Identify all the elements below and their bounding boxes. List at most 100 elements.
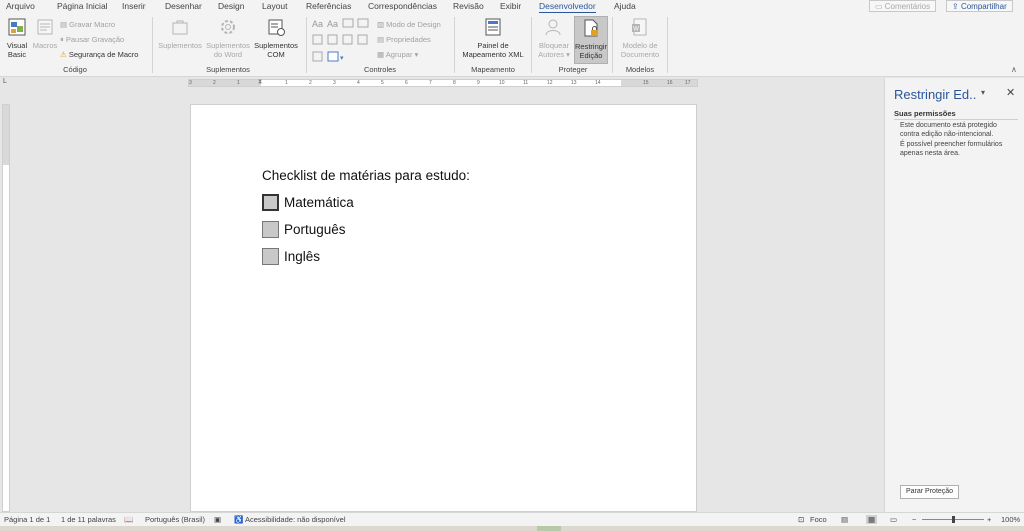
restrict-editing-button[interactable]: Restringir Edição bbox=[574, 16, 608, 64]
design-mode-button[interactable]: ▧ Modo de Design bbox=[377, 20, 441, 30]
ruler-number: 7 bbox=[429, 80, 432, 86]
protected-notice: Este documento está protegido contra edi… bbox=[900, 122, 997, 138]
pane-options-icon[interactable]: ▾ bbox=[981, 88, 985, 97]
tab-referencias[interactable]: Referências bbox=[306, 0, 351, 13]
macros-icon bbox=[37, 19, 53, 35]
tab-ajuda[interactable]: Ajuda bbox=[614, 0, 636, 13]
focus-icon[interactable]: ⊡ bbox=[798, 515, 804, 524]
comments-button[interactable]: ▭ Comentários bbox=[869, 0, 937, 12]
design-mode-icon: ▧ bbox=[377, 20, 387, 29]
zoom-level[interactable]: 100% bbox=[1001, 515, 1020, 524]
chevron-down-icon: ▾ bbox=[412, 50, 419, 59]
stop-protection-button[interactable]: Parar Proteção bbox=[900, 485, 960, 499]
word-addins-button[interactable]: Suplementos do Word bbox=[204, 17, 252, 59]
group-separator bbox=[667, 17, 668, 73]
tab-arquivo[interactable]: Arquivo bbox=[6, 0, 35, 13]
ruler-number: 11 bbox=[523, 80, 529, 86]
ruler-number: 9 bbox=[477, 80, 480, 86]
com-addins-label-1: Suplementos bbox=[254, 41, 298, 50]
svg-text:Aa: Aa bbox=[312, 19, 323, 29]
com-addins-label-2: COM bbox=[267, 50, 285, 59]
web-layout-icon[interactable]: ▭ bbox=[890, 515, 897, 524]
proofing-icon[interactable]: 📖 bbox=[124, 515, 133, 524]
group-label-suplementos: Suplementos bbox=[206, 65, 250, 74]
word-count[interactable]: 1 de 11 palavras bbox=[61, 515, 116, 524]
group-separator bbox=[531, 17, 532, 73]
record-macro-button[interactable]: ▤ Gravar Macro bbox=[60, 20, 115, 30]
visual-basic-label-2: Basic bbox=[7, 50, 27, 59]
record-macro-icon: ▤ bbox=[60, 20, 70, 29]
block-authors-label-2: Autores ▾ bbox=[538, 50, 570, 59]
restrict-editing-label-2: Edição bbox=[579, 51, 603, 60]
group-button[interactable]: ▦ Agrupar ▾ bbox=[377, 50, 418, 60]
ribbon-tab-bar: Arquivo Página Inicial Inserir Desenhar … bbox=[0, 0, 1024, 14]
zoom-out-icon[interactable]: − bbox=[912, 515, 916, 524]
properties-button[interactable]: ▤ Propriedades bbox=[377, 35, 431, 45]
page-count[interactable]: Página 1 de 1 bbox=[4, 515, 50, 524]
tab-layout[interactable]: Layout bbox=[262, 0, 288, 13]
xml-mapping-label-2: Mapeamento XML bbox=[462, 50, 524, 59]
ribbon: Visual Basic Macros ▤ Gravar Macro ⏸ Pau… bbox=[0, 13, 1024, 77]
document-heading: Checklist de matérias para estudo: bbox=[262, 168, 470, 183]
checkbox-ingles[interactable] bbox=[262, 247, 279, 265]
ruler-number: 10 bbox=[499, 80, 505, 86]
ruler-number: 8 bbox=[453, 80, 456, 86]
group-separator bbox=[152, 17, 153, 73]
tab-correspondencias[interactable]: Correspondências bbox=[368, 0, 437, 13]
block-authors-button[interactable]: Bloquear Autores ▾ bbox=[535, 17, 573, 59]
zoom-slider-thumb[interactable] bbox=[952, 516, 955, 523]
ruler-number: 14 bbox=[595, 80, 601, 86]
taskbar-item bbox=[537, 526, 561, 531]
pause-recording-label: Pausar Gravação bbox=[65, 35, 125, 44]
horizontal-ruler[interactable]: 3 2 1 1 2 3 4 5 6 7 8 9 10 11 12 13 14 1… bbox=[188, 79, 698, 87]
tab-desenhar[interactable]: Desenhar bbox=[165, 0, 202, 13]
ruler-number: 1 bbox=[285, 80, 288, 86]
checkbox-portugues[interactable] bbox=[262, 220, 279, 238]
document-template-button[interactable]: W Modelo de Documento bbox=[617, 17, 663, 59]
zoom-in-icon[interactable]: + bbox=[987, 515, 991, 524]
print-layout-icon[interactable]: ▦ bbox=[866, 515, 878, 524]
share-label: Compartilhar bbox=[960, 2, 1007, 11]
tab-design[interactable]: Design bbox=[218, 0, 244, 13]
properties-icon: ▤ bbox=[377, 35, 387, 44]
ruler-number: 3 bbox=[189, 80, 192, 86]
close-icon[interactable]: ✕ bbox=[1006, 86, 1015, 99]
com-addins-button[interactable]: Suplementos COM bbox=[252, 17, 300, 59]
ruler-number: 5 bbox=[381, 80, 384, 86]
ruler-number: 3 bbox=[333, 80, 336, 86]
ruler-number: 2 bbox=[309, 80, 312, 86]
tab-exibir[interactable]: Exibir bbox=[500, 0, 521, 13]
macro-security-button[interactable]: ⚠ Segurança de Macro bbox=[60, 50, 138, 60]
ruler-bar: L 3 2 1 1 2 3 4 5 6 7 8 9 10 11 12 13 14… bbox=[0, 78, 1024, 88]
document-page[interactable]: Checklist de matérias para estudo: Matem… bbox=[190, 104, 697, 512]
read-mode-icon[interactable]: ▤ bbox=[841, 515, 848, 524]
addins-button[interactable]: Suplementos bbox=[157, 17, 203, 50]
collapse-ribbon-icon[interactable]: ∧ bbox=[1011, 65, 1017, 74]
pause-recording-button[interactable]: ⏸ Pausar Gravação bbox=[60, 35, 124, 45]
tab-revisao[interactable]: Revisão bbox=[453, 0, 484, 13]
word-addins-label-1: Suplementos bbox=[206, 41, 250, 50]
tab-desenvolvedor[interactable]: Desenvolvedor bbox=[539, 0, 596, 14]
focus-label[interactable]: Foco bbox=[810, 515, 827, 524]
accessibility-icon[interactable]: ♿ bbox=[234, 515, 243, 524]
checkbox-matematica[interactable] bbox=[262, 193, 279, 211]
checklist-item: Inglês bbox=[262, 247, 320, 265]
macro-record-icon[interactable]: ▣ bbox=[214, 515, 221, 524]
xml-mapping-pane-button[interactable]: Painel de Mapeamento XML bbox=[459, 17, 527, 59]
accessibility-status[interactable]: Acessibilidade: não disponível bbox=[245, 515, 345, 524]
indent-marker-icon[interactable]: ⧗ bbox=[258, 79, 262, 86]
share-button[interactable]: ⇪ Compartilhar bbox=[946, 0, 1013, 12]
ruler-number: 2 bbox=[213, 80, 216, 86]
visual-basic-button[interactable]: Visual Basic bbox=[3, 17, 31, 59]
tab-inserir[interactable]: Inserir bbox=[122, 0, 146, 13]
language-indicator[interactable]: Português (Brasil) bbox=[145, 515, 205, 524]
restrict-editing-pane: Restringir Ed.. ▾ ✕ Suas permissões Este… bbox=[884, 78, 1024, 512]
vertical-ruler[interactable] bbox=[2, 104, 10, 512]
tab-selector-icon[interactable]: L bbox=[3, 78, 7, 85]
ruler-number: 12 bbox=[547, 80, 553, 86]
tab-pagina-inicial[interactable]: Página Inicial bbox=[57, 0, 108, 13]
addins-label: Suplementos bbox=[158, 41, 202, 50]
share-icon: ⇪ bbox=[952, 2, 961, 11]
macros-button[interactable]: Macros bbox=[31, 17, 59, 50]
group-label: Agrupar bbox=[385, 50, 413, 59]
